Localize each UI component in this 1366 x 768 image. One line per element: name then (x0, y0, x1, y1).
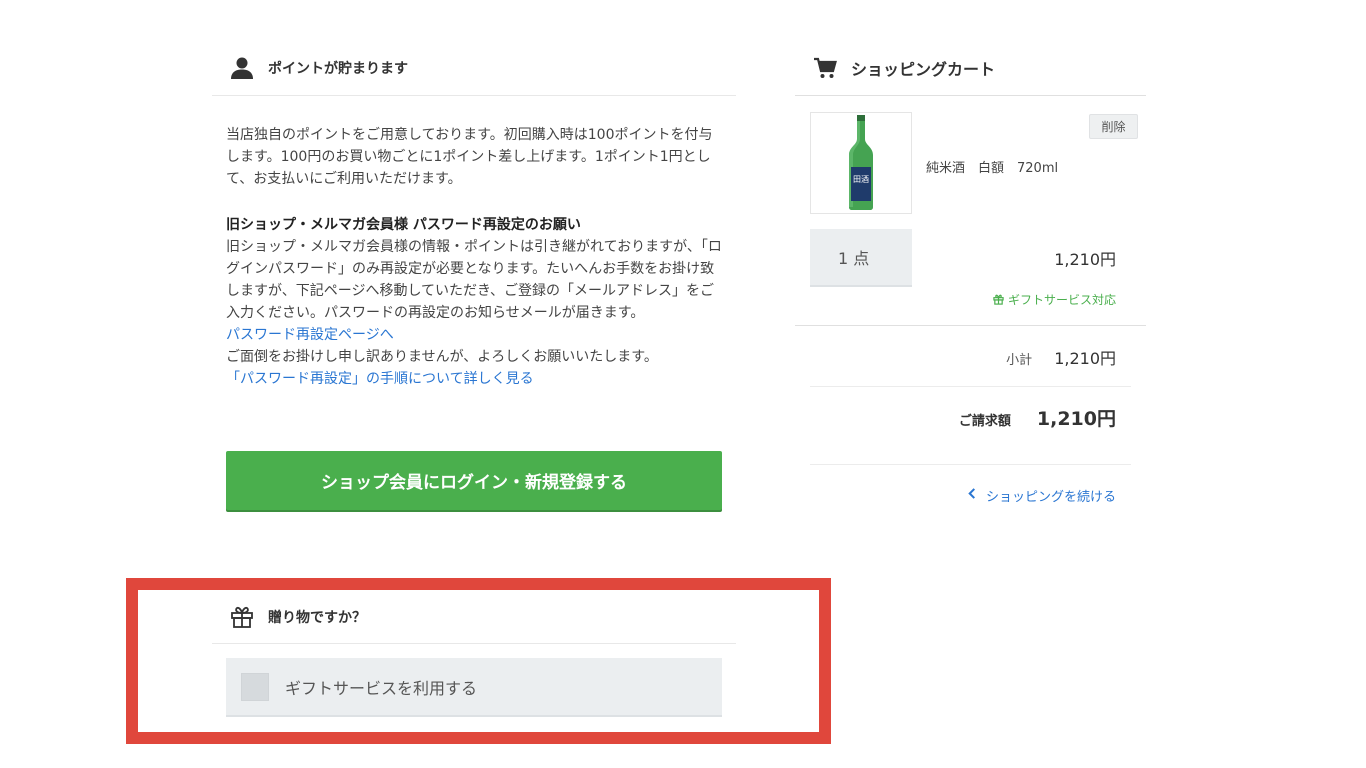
password-notice-title: 旧ショップ・メルマガ会員様 パスワード再設定のお願い (226, 217, 581, 233)
total-label: ご請求額 (958, 414, 1011, 429)
gift-service-label: ギフトサービスを利用する (285, 678, 478, 698)
continue-shopping-label: ショッピングを続ける (985, 490, 1116, 505)
apology-text: ご面倒をお掛けし申し訳ありませんが、よろしくお願いいたします。 (226, 349, 658, 365)
chevron-left-icon (968, 488, 976, 503)
password-notice-body: 旧ショップ・メルマガ会員様の情報・ポイントは引き継がれておりますが、「ログインパ… (226, 239, 722, 321)
quantity-selector[interactable]: 1 点 (810, 229, 912, 287)
cart-header: ショッピングカート (795, 40, 1146, 96)
gift-icon (230, 605, 254, 629)
gift-section: 贈り物ですか？ ギフトサービスを利用する (212, 590, 736, 717)
divider (810, 464, 1131, 465)
points-section: ポイントが貯まります 当店独自のポイントをご用意しております。初回購入時は100… (212, 40, 736, 390)
user-icon (230, 56, 254, 80)
points-header: ポイントが貯まります (212, 40, 736, 96)
gift-service-option[interactable]: ギフトサービスを利用する (226, 658, 722, 717)
cart-icon (813, 56, 837, 80)
points-title: ポイントが貯まります (268, 60, 408, 77)
item-price: 1,210円 (1054, 250, 1116, 269)
bottle-label-text: 田酒 (853, 175, 869, 184)
continue-shopping-link[interactable]: ショッピングを続ける (968, 486, 1116, 505)
subtotal-row: 小計 1,210円 (1006, 345, 1116, 369)
gift-header: 贈り物ですか？ (212, 590, 736, 644)
subtotal-label: 小計 (1006, 353, 1033, 368)
points-intro: 当店独自のポイントをご用意しております。初回購入時は100ポイントを付与します。… (226, 127, 713, 187)
password-howto-link[interactable]: 「パスワード再設定」の手順について詳しく見る (226, 368, 722, 390)
points-body: 当店独自のポイントをご用意しております。初回購入時は100ポイントを付与します。… (212, 96, 736, 390)
product-image[interactable]: 田酒 (810, 112, 912, 214)
total-value: 1,210円 (1036, 408, 1116, 430)
product-name[interactable]: 純米酒 白額 720ml (926, 157, 1058, 176)
gift-service-badge-text: ギフトサービス対応 (1007, 293, 1116, 307)
login-register-button[interactable]: ショップ会員にログイン・新規登録する (226, 451, 722, 510)
sake-bottle-image: 田酒 (849, 115, 873, 210)
total-row: ご請求額 1,210円 (959, 404, 1116, 431)
cart-title: ショッピングカート (851, 59, 996, 79)
password-reset-link[interactable]: パスワード再設定ページへ (226, 324, 722, 346)
subtotal-value: 1,210円 (1054, 349, 1116, 368)
gift-service-checkbox[interactable] (241, 672, 269, 701)
divider (795, 325, 1146, 326)
gift-title: 贈り物ですか？ (268, 609, 366, 626)
delete-item-button[interactable]: 削除 (1089, 114, 1138, 139)
gift-service-badge: ギフトサービス対応 (993, 291, 1116, 308)
divider (810, 386, 1131, 387)
shopping-cart: ショッピングカート 田酒 削除 純米酒 白額 720ml 1 点 1,210円 … (795, 40, 1146, 505)
small-gift-icon (993, 293, 1008, 307)
